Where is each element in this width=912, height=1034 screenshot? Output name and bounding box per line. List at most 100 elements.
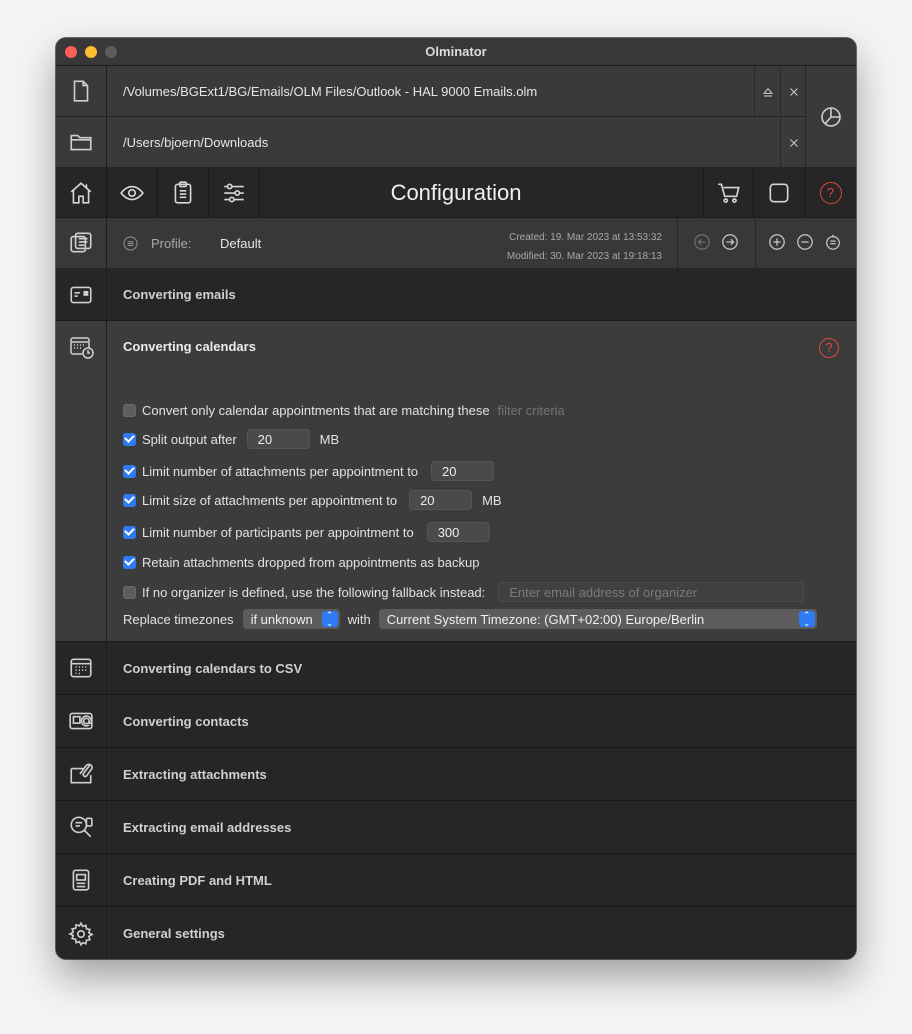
source-path-row[interactable]: /Volumes/BGExt1/BG/Emails/OLM Files/Outl… [56, 66, 805, 117]
pie-chart-icon [821, 107, 841, 127]
split-label: Split output after [142, 431, 237, 447]
section-extracting-addresses[interactable]: Extracting email addresses [56, 801, 856, 854]
clear-destination-button[interactable] [780, 117, 806, 168]
stop-button[interactable] [754, 167, 805, 218]
profile-row: Profile: Default Created: 19. Mar 2023 a… [56, 218, 856, 269]
retain-option: Retain attachments dropped from appointm… [123, 552, 479, 572]
close-icon [789, 138, 798, 147]
minus-circle-icon [797, 234, 813, 250]
section-extracting-attachments[interactable]: Extracting attachments [56, 748, 856, 801]
section-converting-contacts[interactable]: Converting contacts [56, 695, 856, 748]
section-title: Converting calendars [123, 339, 256, 354]
timezone-with-label: with [347, 611, 371, 627]
home-button[interactable] [56, 167, 107, 218]
eject-button[interactable] [754, 66, 780, 117]
zoom-window-button[interactable] [105, 46, 117, 58]
app-window: Olminator /Volumes/BGExt1/BG/Emails/OLM … [56, 38, 856, 959]
organizer-option: If no organizer is defined, use the foll… [123, 582, 805, 602]
source-file-icon[interactable] [56, 66, 107, 116]
shop-button[interactable] [703, 167, 754, 218]
contact-card-icon [56, 695, 107, 747]
timezone-value-select[interactable]: Current System Timezone: (GMT+02:00) Eur… [378, 609, 817, 629]
home-icon [70, 181, 92, 204]
close-window-button[interactable] [65, 46, 77, 58]
limit-attachments-checkbox[interactable] [123, 464, 136, 478]
search-address-icon [56, 801, 107, 853]
timezone-option: Replace timezones if unknown ⌃ ⌄ with Cur… [123, 609, 817, 629]
limit-size-label: Limit size of attachments per appointmen… [142, 492, 398, 508]
split-input[interactable]: 20 [246, 429, 310, 449]
title-bar: Olminator [56, 38, 856, 66]
calendar-grid-icon [56, 642, 107, 694]
limit-attachments-option: Limit number of attachments per appointm… [123, 461, 495, 481]
profile-selector[interactable]: Default [220, 218, 261, 269]
eject-icon [762, 87, 773, 96]
profile-reset-button[interactable] [824, 233, 844, 253]
limit-size-input[interactable]: 20 [409, 490, 473, 510]
updown-chevron-icon: ⌃ ⌄ [798, 611, 815, 628]
eye-icon [120, 185, 144, 200]
profile-remove-button[interactable] [796, 233, 816, 253]
profile-previous-button[interactable] [693, 233, 713, 253]
section-label: Creating PDF and HTML [123, 873, 272, 888]
section-converting-calendars: Converting calendars ? Convert only cale… [56, 321, 856, 642]
clear-source-button[interactable] [780, 66, 806, 117]
section-general-settings[interactable]: General settings [56, 907, 856, 959]
section-converting-calendars-csv[interactable]: Converting calendars to CSV [56, 642, 856, 695]
profile-add-button[interactable] [768, 233, 788, 253]
timezone-value: Current System Timezone: (GMT+02:00) Eur… [386, 611, 705, 627]
split-option: Split output after 20 MB [123, 429, 339, 449]
square-icon [769, 183, 789, 202]
reset-icon [826, 234, 840, 250]
limit-participants-input[interactable]: 300 [426, 522, 490, 542]
profile-dates: Created: 19. Mar 2023 at 13:53:32 Modifi… [507, 228, 662, 266]
profile-created: Created: 19. Mar 2023 at 13:53:32 [509, 232, 662, 243]
timezone-mode-select[interactable]: if unknown ⌃ ⌄ [242, 609, 340, 629]
profile-next-button[interactable] [721, 233, 741, 253]
section-converting-emails[interactable]: Converting emails [56, 269, 856, 321]
limit-participants-label: Limit number of participants per appoint… [142, 524, 414, 540]
page-title: Configuration [390, 180, 522, 205]
clipboard-icon [174, 180, 192, 204]
filter-label: Convert only calendar appointments that … [142, 402, 490, 418]
cart-icon [717, 183, 740, 203]
limit-attachments-input[interactable]: 20 [431, 461, 495, 481]
filter-criteria-link[interactable]: filter criteria [498, 403, 565, 418]
calendar-clock-icon [56, 321, 107, 641]
profiles-icon[interactable] [56, 218, 107, 268]
profile-label: Profile: [151, 236, 192, 251]
email-card-icon [56, 269, 107, 320]
filter-option: Convert only calendar appointments that … [123, 400, 565, 420]
organizer-input[interactable]: Enter email address of organizer [498, 582, 805, 602]
help-button[interactable]: ? [805, 167, 856, 218]
retain-checkbox[interactable] [123, 555, 136, 569]
retain-label: Retain attachments dropped from appointm… [142, 554, 480, 570]
minimize-window-button[interactable] [85, 46, 97, 58]
close-icon [789, 87, 798, 96]
preview-button[interactable] [107, 167, 158, 218]
list-icon [123, 236, 138, 251]
organizer-checkbox[interactable] [123, 585, 136, 599]
sliders-icon [224, 183, 244, 202]
configuration-button[interactable] [209, 167, 260, 218]
section-creating-pdf-html[interactable]: Creating PDF and HTML [56, 854, 856, 907]
limit-size-checkbox[interactable] [123, 493, 136, 507]
arrow-left-icon [694, 234, 710, 250]
limit-attachments-label: Limit number of attachments per appointm… [142, 463, 419, 479]
section-label: Extracting attachments [123, 767, 267, 782]
arrow-right-icon [722, 234, 738, 250]
window-title: Olminator [425, 44, 487, 59]
destination-path-row[interactable]: /Users/bjoern/Downloads [56, 117, 805, 168]
split-checkbox[interactable] [123, 432, 136, 446]
filter-checkbox[interactable] [123, 403, 136, 417]
timezone-mode-value: if unknown [250, 611, 313, 627]
statistics-button[interactable] [805, 66, 856, 168]
limit-participants-checkbox[interactable] [123, 525, 136, 539]
gear-icon [56, 907, 107, 959]
toolbar: Configuration ? [56, 167, 856, 218]
plus-circle-icon [769, 234, 785, 250]
destination-folder-icon[interactable] [56, 117, 107, 167]
log-button[interactable] [158, 167, 209, 218]
section-label: Extracting email addresses [123, 820, 292, 835]
calendar-help-icon[interactable]: ? [819, 338, 839, 358]
